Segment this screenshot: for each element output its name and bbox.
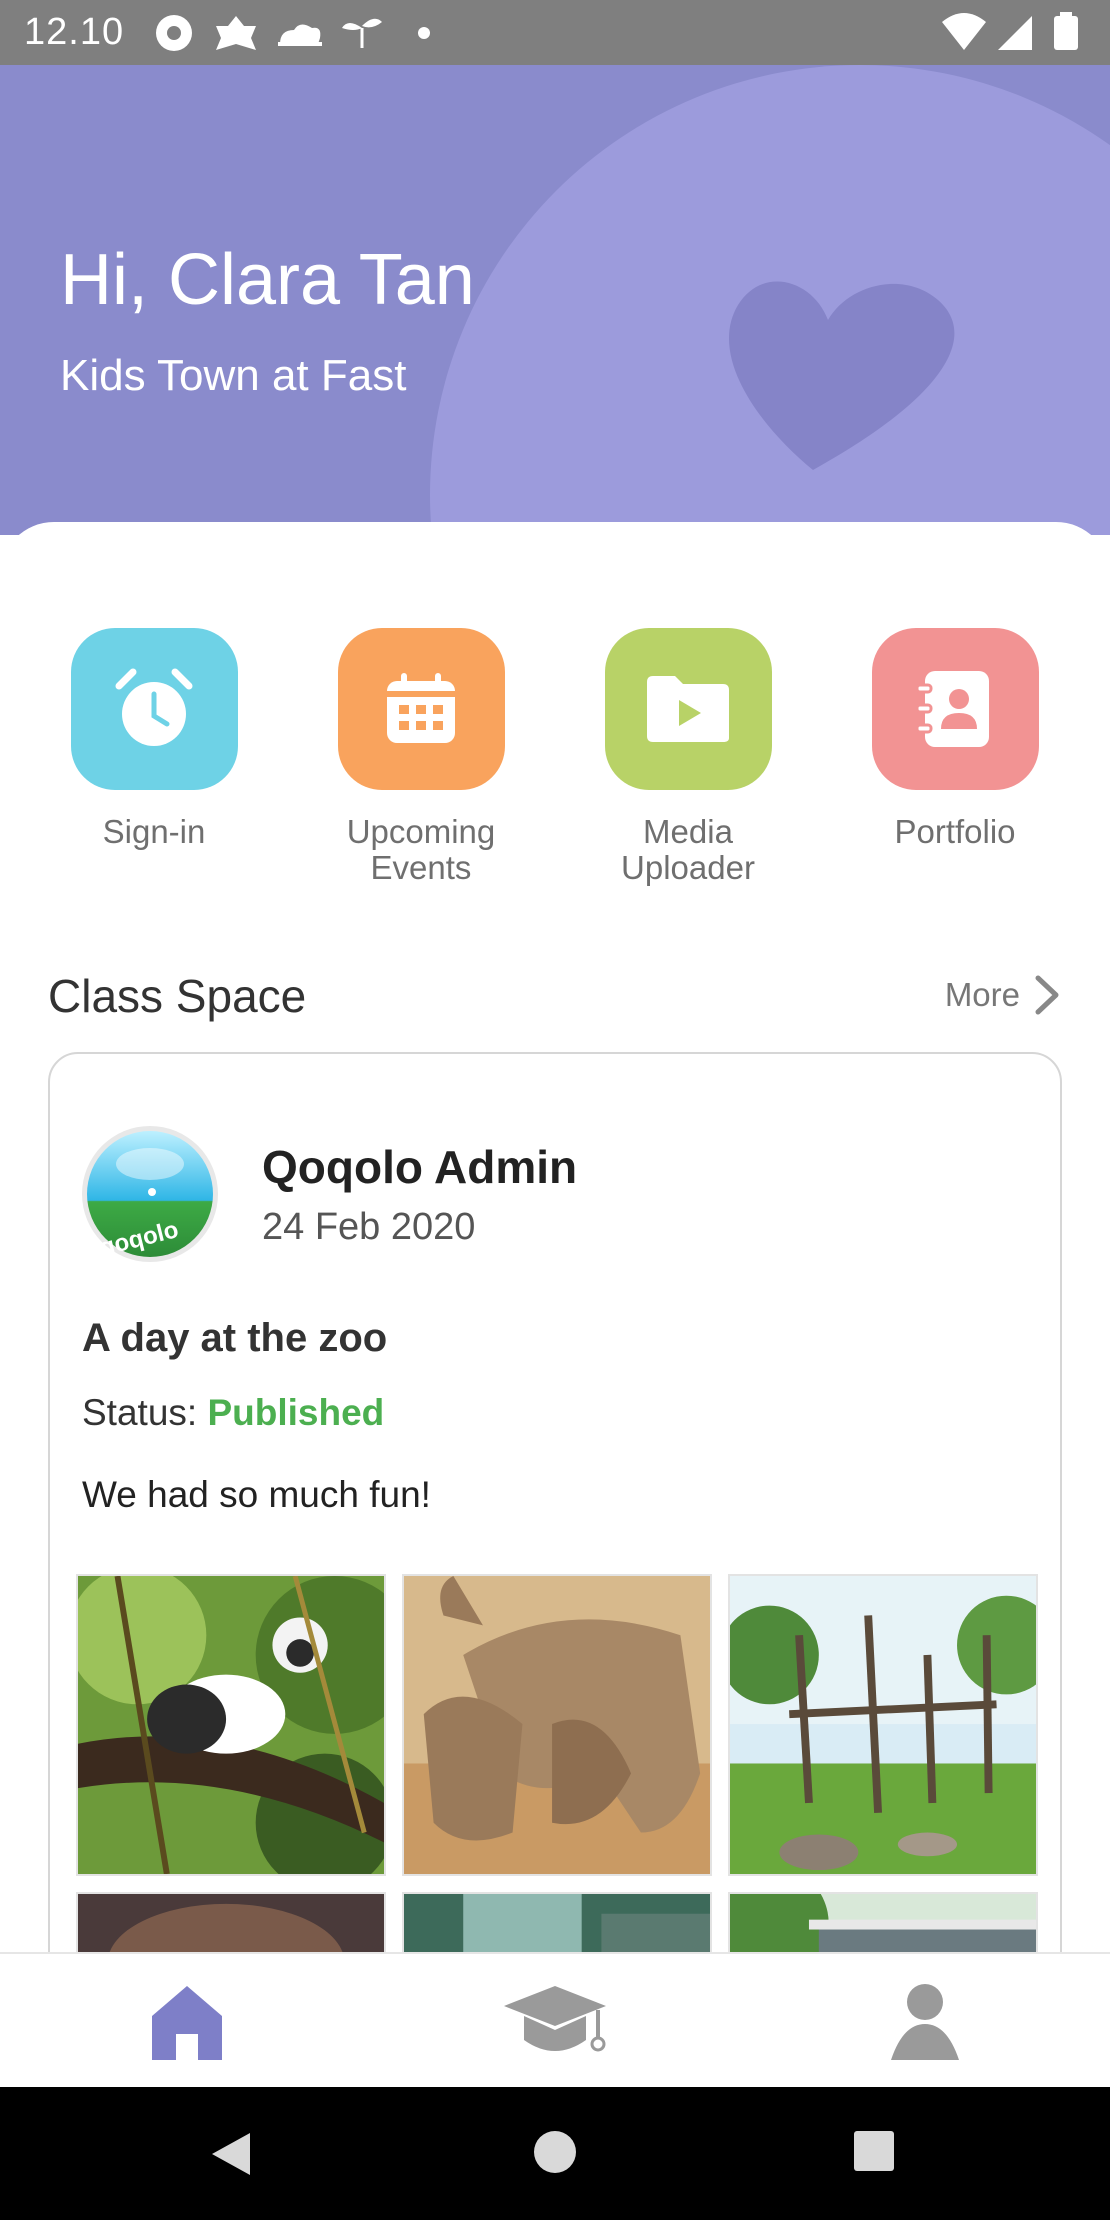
building-photo[interactable] <box>728 1892 1038 1952</box>
recents-icon[interactable] <box>852 2129 896 2173</box>
more-label: More <box>944 976 1020 1013</box>
class-space-title: Class Space <box>48 970 307 1022</box>
media-uploader-button[interactable]: Media Uploader <box>568 628 808 886</box>
header: Hi, Clara Tan Kids Town at Fast <box>0 65 1110 535</box>
upcoming-events-tile[interactable] <box>337 628 505 790</box>
portfolio-button[interactable]: Portfolio <box>835 628 1075 850</box>
cloud-icon <box>278 24 322 46</box>
waterfall-photo[interactable] <box>402 1892 712 1952</box>
status-left-icons <box>156 15 430 51</box>
media-uploader-label: Media Uploader <box>621 813 755 886</box>
seedling-icon <box>342 18 382 48</box>
battery-icon <box>1054 12 1078 50</box>
greeting: Hi, Clara Tan <box>60 240 475 320</box>
post-date: 24 Feb 2020 <box>262 1206 476 1248</box>
post-title: A day at the zoo <box>82 1316 388 1360</box>
alarm-clock-icon <box>115 668 193 746</box>
nav-home[interactable] <box>132 1972 242 2072</box>
video-folder-icon <box>647 676 729 742</box>
graduation-cap-icon <box>504 1986 606 2052</box>
wifi-icon <box>942 13 986 50</box>
rhinos-photo[interactable] <box>402 1574 712 1876</box>
profile-icon <box>891 1984 959 2060</box>
school-name: Kids Town at Fast <box>60 351 407 400</box>
portfolio-tile[interactable] <box>871 628 1039 790</box>
bottom-nav <box>0 1952 1110 2087</box>
home-circle-icon[interactable] <box>532 2129 578 2175</box>
media-uploader-tile[interactable] <box>604 628 772 790</box>
status-value: Published <box>207 1392 385 1433</box>
settings-flower-icon <box>216 16 256 50</box>
content-sheet: Sign-in Upcoming Events Media Uploader P… <box>0 522 1110 1952</box>
nav-classes[interactable] <box>500 1972 610 2072</box>
signal-icon <box>998 16 1032 50</box>
post-body: We had so much fun! <box>82 1474 431 1515</box>
animal-photo[interactable] <box>76 1892 386 1952</box>
post-card[interactable]: qoqolo Qoqolo Admin 24 Feb 2020 A day at… <box>48 1052 1062 1952</box>
status-time: 12.10 <box>24 11 125 53</box>
status-label: Status: <box>82 1392 208 1433</box>
chevron-right-icon <box>1035 975 1059 1015</box>
back-icon[interactable] <box>208 2129 254 2179</box>
contact-book-icon <box>915 671 989 747</box>
calendar-icon <box>387 673 455 743</box>
dot-icon <box>418 27 430 39</box>
post-author: Qoqolo Admin <box>262 1141 578 1193</box>
monkey-photo[interactable] <box>76 1574 386 1876</box>
status-bar: 12.10 <box>0 0 1110 65</box>
zoo-enclosure-photo[interactable] <box>728 1574 1038 1876</box>
status-right-icons <box>942 12 1078 50</box>
nav-profile[interactable] <box>870 1972 980 2072</box>
upcoming-events-button[interactable]: Upcoming Events <box>301 628 541 886</box>
post-status: Status: Published <box>82 1392 384 1434</box>
more-link[interactable]: More <box>945 974 1060 1016</box>
avatar: qoqolo <box>82 1126 218 1262</box>
sign-in-tile[interactable] <box>70 628 238 790</box>
system-nav <box>0 2087 1110 2220</box>
sign-in-label: Sign-in <box>102 813 206 850</box>
sign-in-button[interactable]: Sign-in <box>34 628 274 850</box>
heart-icon <box>728 281 955 470</box>
home-icon <box>152 1986 222 2060</box>
notification-icon <box>156 15 192 51</box>
portfolio-label: Portfolio <box>894 813 1016 850</box>
upcoming-events-label: Upcoming Events <box>346 813 496 886</box>
quick-actions: Sign-in Upcoming Events Media Uploader P… <box>0 628 1110 928</box>
